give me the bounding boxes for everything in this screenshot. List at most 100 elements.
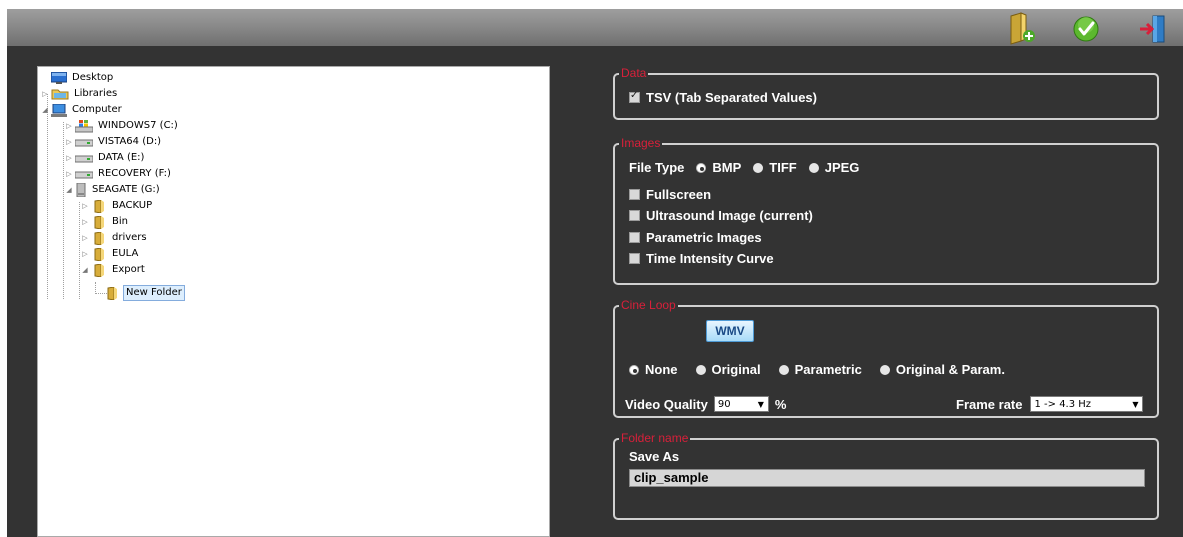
folder-icon (94, 215, 104, 229)
new-folder-button[interactable] (1004, 11, 1038, 45)
drive-icon (75, 155, 93, 163)
computer-icon (51, 103, 67, 117)
radio-icon (778, 364, 789, 375)
radio-icon (695, 364, 706, 375)
tree-item-eula[interactable]: ▷ EULA (81, 246, 140, 262)
expand-icon[interactable]: ▷ (65, 154, 73, 162)
tree-item-label: New Folder (123, 285, 185, 301)
checkbox-icon (629, 253, 640, 264)
tree-item-vista64[interactable]: ▷ VISTA64 (D:) (65, 134, 163, 150)
save-as-input[interactable]: clip_sample (629, 469, 1145, 487)
video-quality-select[interactable]: 90 ▼ (713, 396, 769, 412)
file-type-jpeg-radio[interactable]: JPEG (808, 160, 859, 175)
frame-rate-label: Frame rate (956, 396, 1023, 412)
collapse-icon[interactable]: ◢ (81, 266, 89, 274)
expand-icon[interactable]: ▷ (81, 202, 89, 210)
cine-mode-row: None Original Parametric Original & Para… (629, 362, 1005, 377)
desktop-icon (51, 72, 67, 84)
export-dialog: Desktop ▷ Libraries ◢ Computer ▷ WINDOWS… (7, 46, 1183, 537)
usb-drive-icon (76, 183, 86, 197)
checkbox-label: Ultrasound Image (current) (646, 208, 813, 223)
checkbox-label: Fullscreen (646, 187, 712, 202)
tree-item-label: SEAGATE (G:) (92, 184, 160, 195)
cine-loop-group: Cine Loop WMV None Original Parametric O… (613, 298, 1159, 418)
tree-item-seagate[interactable]: ◢ SEAGATE (G:) (65, 182, 162, 198)
radio-icon (808, 162, 819, 173)
tree-item-bin[interactable]: ▷ Bin (81, 214, 130, 230)
drive-icon (75, 171, 93, 179)
tree-item-data[interactable]: ▷ DATA (E:) (65, 150, 146, 166)
radio-label: None (645, 362, 678, 377)
images-group: Images File Type BMP TIFF JPEG Fullscree… (613, 136, 1159, 285)
expand-icon[interactable]: ▷ (81, 234, 89, 242)
file-type-bmp-radio[interactable]: BMP (696, 160, 741, 175)
tree-item-label: BACKUP (112, 200, 153, 211)
frame-rate-row: Frame rate 1 -> 4.3 Hz ▼ (956, 396, 1144, 412)
group-legend: Data (619, 66, 649, 80)
radio-icon (879, 364, 890, 375)
expand-icon[interactable]: ▷ (81, 250, 89, 258)
radio-selected-icon (629, 364, 639, 375)
tree-item-label: Bin (112, 216, 128, 227)
tree-item-backup[interactable]: ▷ BACKUP (81, 198, 154, 214)
tree-item-label: DATA (E:) (98, 152, 145, 163)
tree-item-label: drivers (112, 232, 147, 243)
tree-item-label: WINDOWS7 (C:) (98, 120, 178, 131)
mode-original-param-radio[interactable]: Original & Param. (879, 362, 1005, 377)
checkbox-label: Parametric Images (646, 230, 762, 245)
new-folder-icon (1010, 12, 1035, 45)
tree-item-libraries[interactable]: ▷ Libraries (41, 86, 119, 102)
tree-item-export[interactable]: ◢ Export (81, 262, 147, 278)
group-legend: Folder name (619, 431, 691, 445)
radio-label: Parametric (794, 362, 862, 377)
tree-item-computer[interactable]: ◢ Computer (41, 102, 124, 118)
expand-icon[interactable]: ▷ (65, 122, 73, 130)
parametric-images-checkbox[interactable]: Parametric Images (629, 230, 762, 245)
tree-item-windows7[interactable]: ▷ WINDOWS7 (C:) (65, 118, 180, 134)
radio-label: BMP (712, 160, 742, 175)
expand-icon[interactable]: ▷ (65, 170, 73, 178)
tree-item-label: RECOVERY (F:) (98, 168, 171, 179)
frame-rate-select[interactable]: 1 -> 4.3 Hz ▼ (1030, 396, 1144, 412)
tree-item-label: VISTA64 (D:) (98, 136, 162, 147)
drive-icon (75, 139, 93, 147)
percent-unit: % (774, 396, 787, 412)
folder-tree[interactable]: Desktop ▷ Libraries ◢ Computer ▷ WINDOWS… (37, 66, 550, 537)
file-type-label: File Type (629, 160, 685, 175)
file-type-tiff-radio[interactable]: TIFF (753, 160, 797, 175)
tsv-checkbox[interactable]: TSV (Tab Separated Values) (629, 90, 817, 105)
expand-icon[interactable]: ▷ (81, 218, 89, 226)
mode-none-radio[interactable]: None (629, 362, 678, 377)
collapse-icon[interactable]: ◢ (65, 186, 73, 194)
collapse-icon[interactable]: ◢ (41, 106, 49, 114)
tree-item-drivers[interactable]: ▷ drivers (81, 230, 149, 246)
checkbox-icon (629, 210, 640, 221)
confirm-button[interactable] (1069, 11, 1103, 45)
expand-icon[interactable]: ▷ (65, 138, 73, 146)
radio-label: Original (711, 362, 761, 377)
checkbox-label: Time Intensity Curve (646, 251, 774, 266)
folder-icon (94, 247, 104, 261)
tree-item-new-folder[interactable]: New Folder (104, 285, 185, 301)
mode-parametric-radio[interactable]: Parametric (778, 362, 862, 377)
ultrasound-image-checkbox[interactable]: Ultrasound Image (current) (629, 208, 813, 223)
exit-button[interactable] (1136, 11, 1170, 45)
folder-icon (94, 263, 104, 277)
radio-label: Original & Param. (895, 362, 1005, 377)
group-legend: Cine Loop (619, 298, 678, 312)
expand-icon[interactable]: ▷ (41, 90, 49, 98)
file-type-row: File Type BMP TIFF JPEG (629, 160, 859, 175)
tree-item-desktop[interactable]: Desktop (41, 70, 115, 86)
toolbar (7, 9, 1183, 46)
mode-original-radio[interactable]: Original (695, 362, 761, 377)
fullscreen-checkbox[interactable]: Fullscreen (629, 187, 711, 202)
tree-item-label: Computer (72, 104, 122, 115)
checkbox-icon (629, 189, 640, 200)
tree-item-recovery[interactable]: ▷ RECOVERY (F:) (65, 166, 173, 182)
tree-item-label: EULA (112, 248, 139, 259)
time-intensity-curve-checkbox[interactable]: Time Intensity Curve (629, 251, 774, 266)
wmv-button[interactable]: WMV (706, 320, 754, 342)
folder-icon (94, 231, 104, 245)
tree-item-label: Desktop (72, 72, 114, 83)
video-quality-row: Video Quality 90 ▼ % (625, 396, 786, 412)
